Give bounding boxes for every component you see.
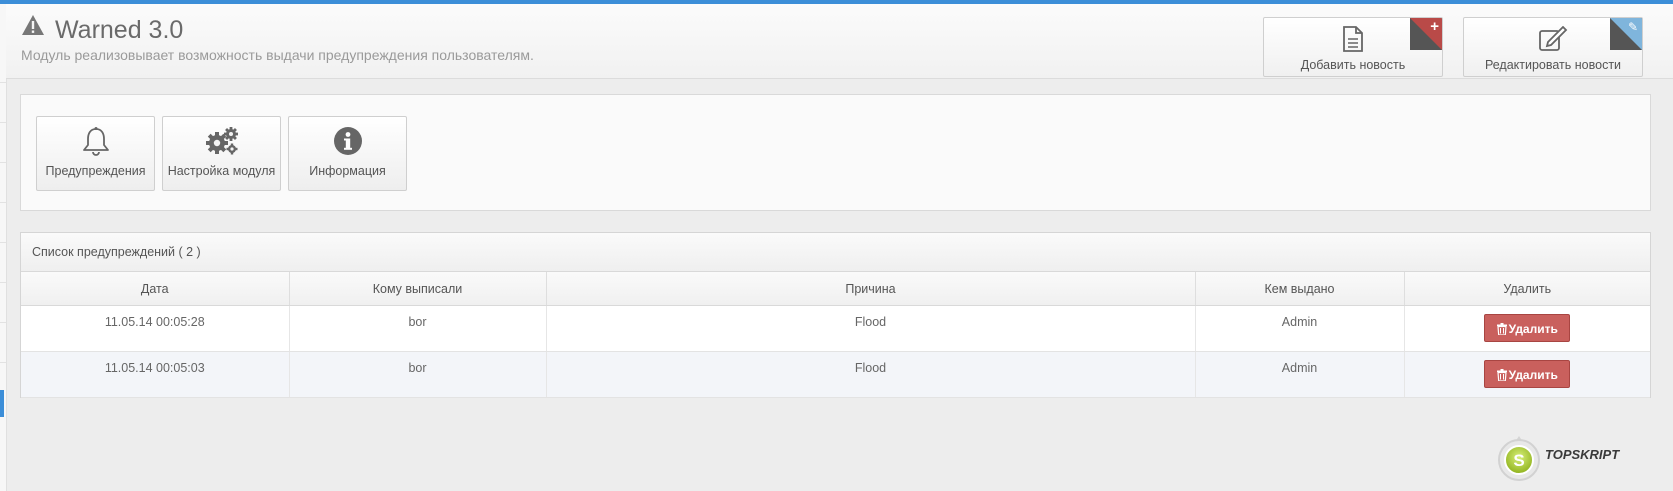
svg-text:TOPSKRIPT: TOPSKRIPT (1545, 447, 1620, 462)
warnings-list-panel: Список предупреждений ( 2 ) Дата Кому вы… (20, 232, 1651, 398)
cell-date: 11.05.14 00:05:03 (21, 351, 290, 398)
cell-actions: Удалить (1404, 351, 1650, 398)
trash-icon (1496, 363, 1507, 391)
page-title: Warned 3.0 (55, 16, 184, 44)
page-description: Модуль реализовывает возможность выдачи … (21, 47, 534, 63)
delete-label: Удалить (1508, 368, 1558, 382)
cell-date: 11.05.14 00:05:28 (21, 305, 290, 352)
edit-news-label: Редактировать новости (1484, 58, 1622, 72)
info-icon (333, 126, 363, 161)
information-label: Информация (309, 164, 386, 178)
cell-actions: Удалить (1404, 305, 1650, 352)
plus-icon: + (1430, 18, 1439, 35)
column-header-date[interactable]: Дата (21, 272, 290, 306)
delete-button[interactable]: Удалить (1484, 360, 1571, 391)
column-header-reason[interactable]: Причина (546, 272, 1196, 306)
cell-issued-by: Admin (1195, 351, 1405, 398)
column-header-issued-by[interactable]: Кем выдано (1195, 272, 1405, 306)
pencil-icon: ✎ (1627, 20, 1638, 34)
table-row: 11.05.14 00:05:03 bor Flood Admin Удалит… (21, 351, 1650, 398)
delete-button[interactable]: Удалить (1484, 314, 1571, 345)
sidebar-active-indicator[interactable] (0, 390, 4, 417)
add-news-button[interactable]: + Добавить новость (1263, 17, 1443, 77)
warnings-button[interactable]: Предупреждения (36, 116, 155, 191)
information-button[interactable]: Информация (288, 116, 407, 191)
gears-icon (205, 126, 239, 161)
edit-icon (1538, 25, 1568, 57)
cell-issued-by: Admin (1195, 305, 1405, 352)
warnings-label: Предупреждения (45, 164, 146, 178)
add-news-label: Добавить новость (1300, 58, 1406, 72)
column-header-recipient[interactable]: Кому выписали (289, 272, 547, 306)
document-icon (1342, 26, 1364, 57)
cell-recipient: bor (289, 351, 547, 398)
warnings-list-title: Список предупреждений ( 2 ) (21, 233, 1650, 272)
page-header: Warned 3.0 Модуль реализовывает возможно… (6, 4, 1673, 79)
cell-reason: Flood (546, 305, 1196, 352)
bell-icon (81, 126, 111, 163)
warning-icon (21, 14, 45, 41)
topskript-watermark-logo: S TOPSKRIPT (1497, 432, 1647, 484)
table-row: 11.05.14 00:05:28 bor Flood Admin Удалит… (21, 305, 1650, 352)
trash-icon (1496, 317, 1507, 345)
table-header-row: Дата Кому выписали Причина Кем выдано Уд… (21, 272, 1650, 306)
cell-recipient: bor (289, 305, 547, 352)
column-header-delete: Удалить (1404, 272, 1650, 306)
warnings-table: Дата Кому выписали Причина Кем выдано Уд… (21, 272, 1650, 398)
quick-actions-panel: Предупреждения Настройка модуля Информац… (20, 94, 1651, 211)
module-settings-label: Настройка модуля (167, 164, 276, 178)
svg-text:S: S (1513, 451, 1524, 470)
cell-reason: Flood (546, 351, 1196, 398)
delete-label: Удалить (1508, 322, 1558, 336)
edit-news-button[interactable]: ✎ Редактировать новости (1463, 17, 1643, 77)
module-settings-button[interactable]: Настройка модуля (162, 116, 281, 191)
